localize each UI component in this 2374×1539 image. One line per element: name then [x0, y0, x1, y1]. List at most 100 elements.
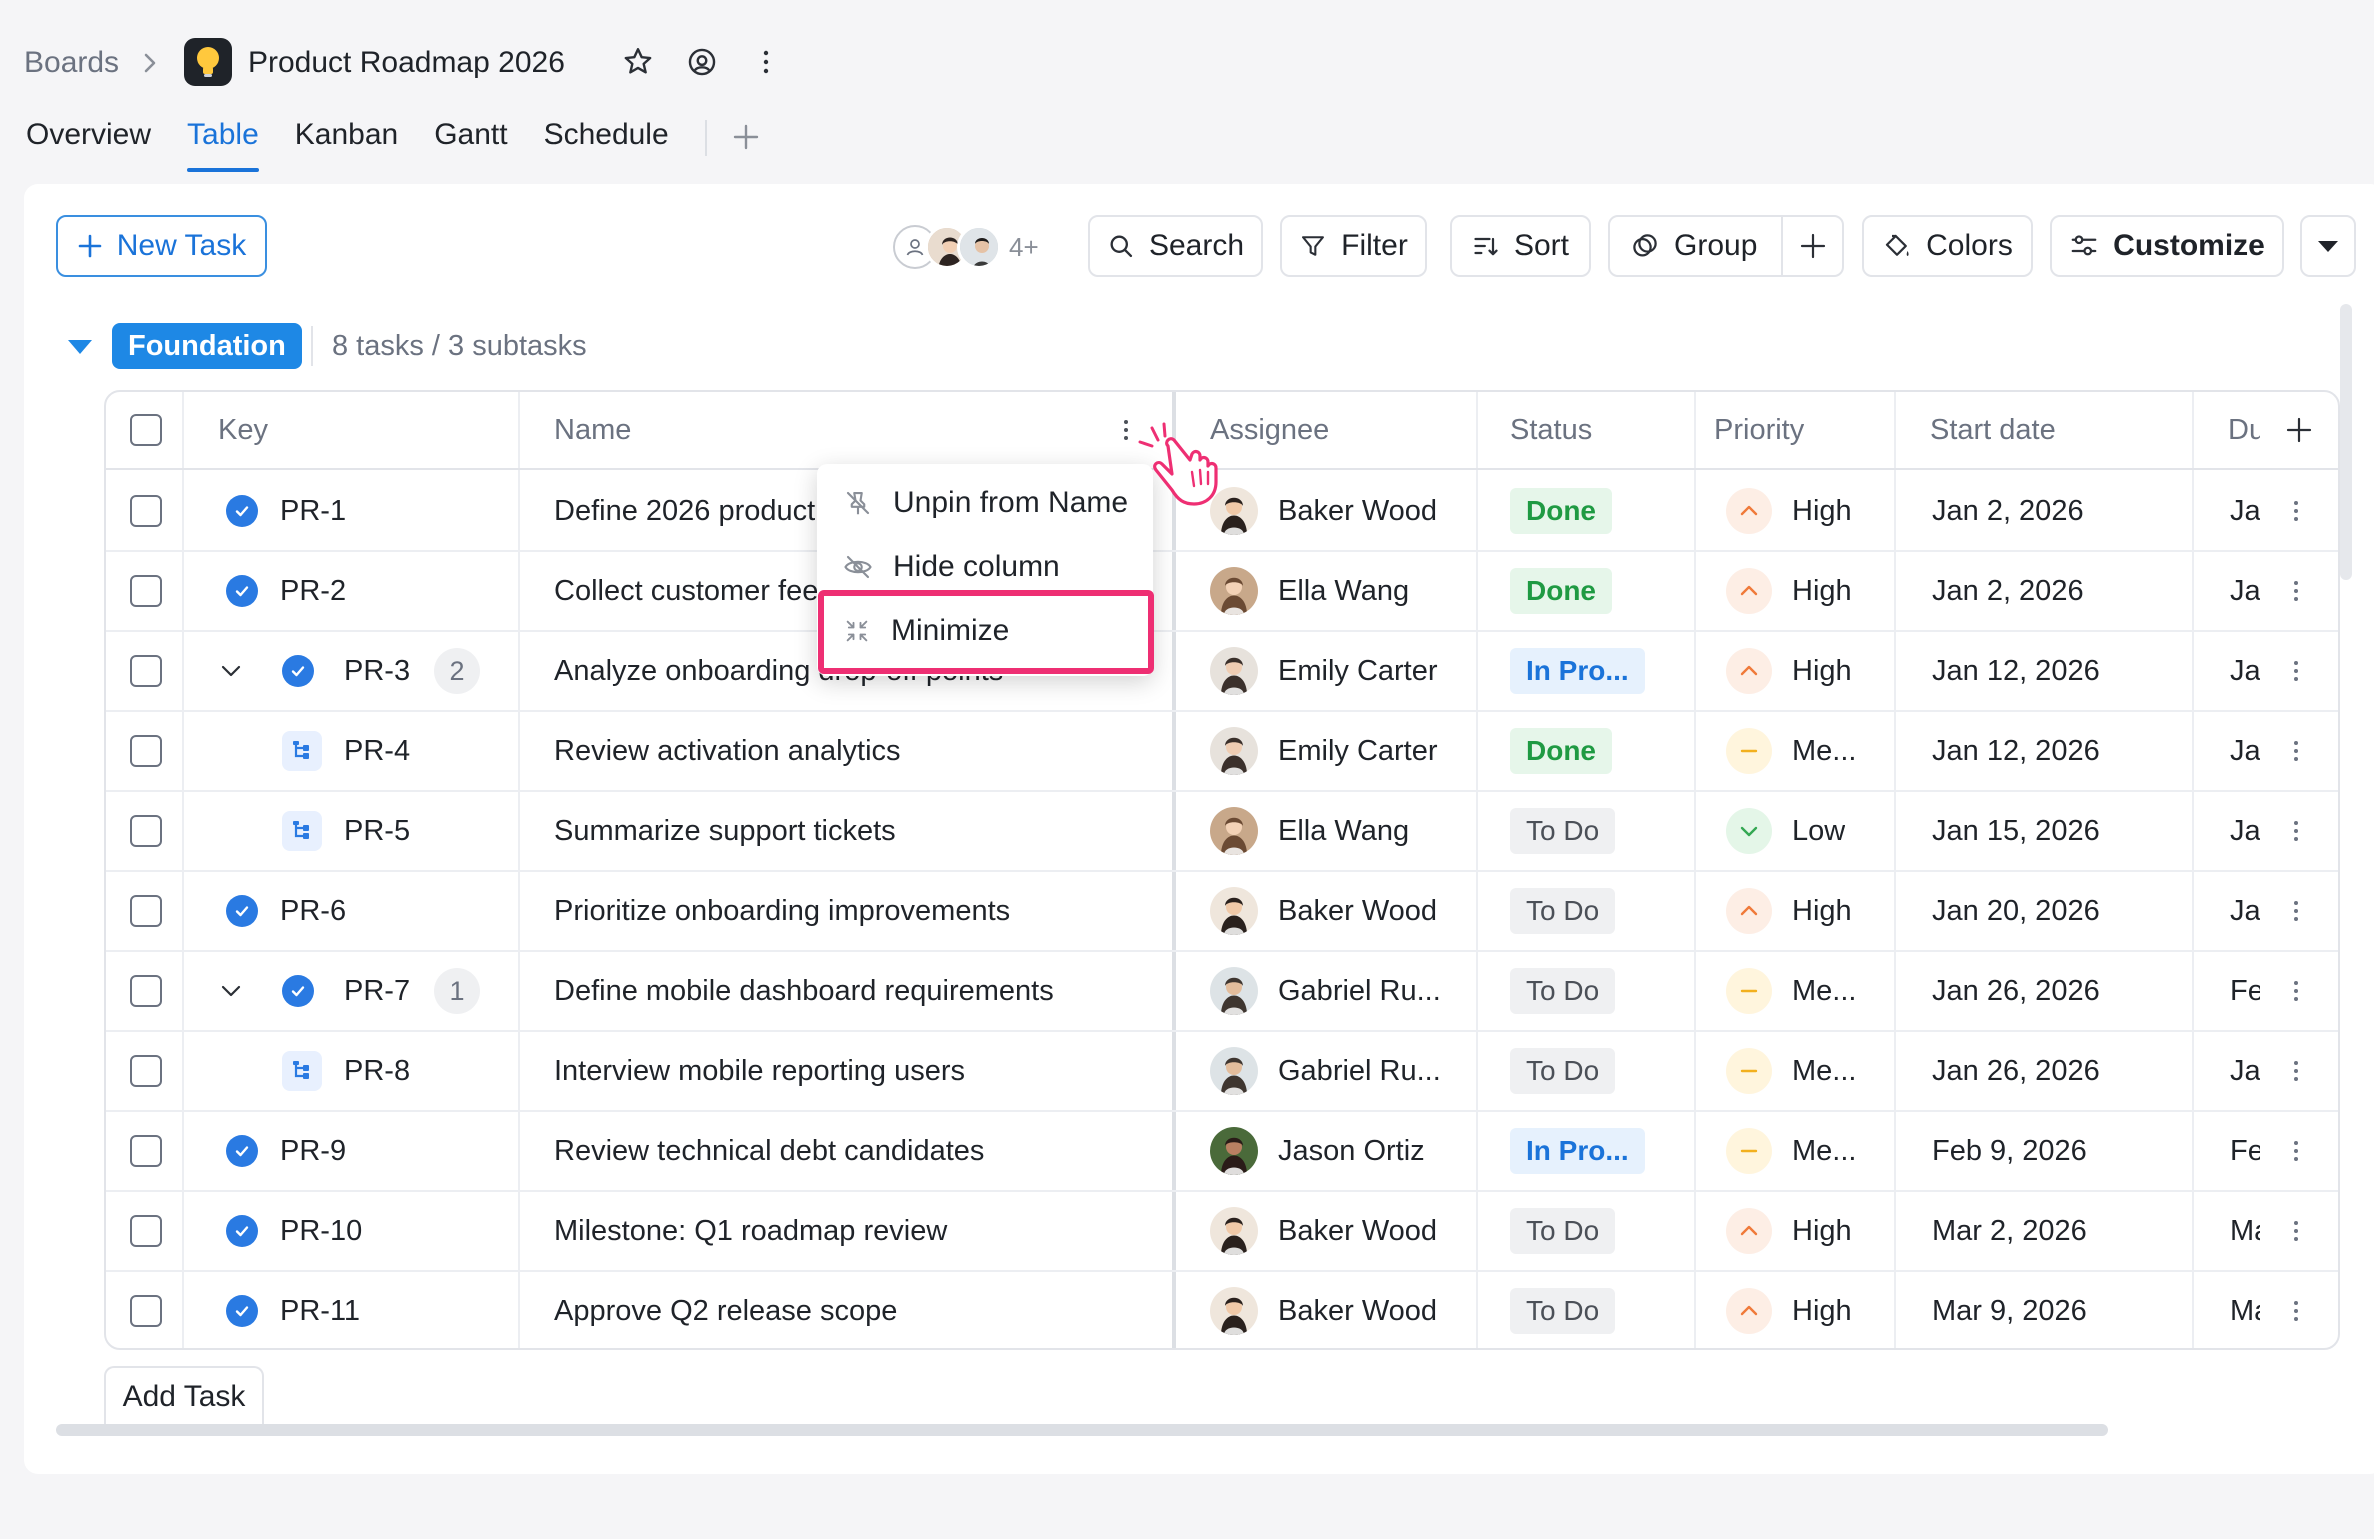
task-key[interactable]: PR-9	[280, 1112, 346, 1190]
add-group-plus-icon[interactable]	[1798, 231, 1828, 261]
start-date[interactable]: Jan 20, 2026	[1932, 872, 2100, 950]
row-more-icon[interactable]	[2292, 712, 2300, 790]
task-key[interactable]: PR-2	[280, 552, 346, 630]
task-name[interactable]: Summarize support tickets	[554, 792, 1164, 870]
start-date[interactable]: Jan 12, 2026	[1932, 632, 2100, 710]
table-row[interactable]: PR-10 Milestone: Q1 roadmap review Baker…	[106, 1192, 2338, 1272]
status-cell[interactable]: To Do	[1510, 952, 1616, 1030]
tab-overview[interactable]: Overview	[26, 118, 151, 174]
priority-cell[interactable]: High	[1726, 552, 1852, 630]
row-checkbox[interactable]	[130, 1032, 162, 1110]
vertical-scrollbar[interactable]	[2340, 304, 2352, 580]
start-date[interactable]: Jan 26, 2026	[1932, 1032, 2100, 1110]
task-key[interactable]: PR-1	[280, 472, 346, 550]
row-checkbox[interactable]	[130, 472, 162, 550]
row-checkbox[interactable]	[130, 1192, 162, 1270]
assignee-cell[interactable]: Baker Wood	[1210, 1192, 1437, 1270]
group-name-badge[interactable]: Foundation	[112, 323, 302, 369]
breadcrumb-boards[interactable]: Boards	[24, 38, 119, 88]
assignee-cell[interactable]: Gabriel Ru...	[1210, 1032, 1441, 1110]
sort-button[interactable]: Sort	[1450, 215, 1591, 277]
priority-cell[interactable]: Me...	[1726, 952, 1856, 1030]
assignee-cell[interactable]: Ella Wang	[1210, 552, 1409, 630]
table-row[interactable]: PR-11 Approve Q2 release scope Baker Woo…	[106, 1272, 2338, 1348]
add-view-plus-icon[interactable]	[729, 120, 763, 154]
assignee-cell[interactable]: Gabriel Ru...	[1210, 952, 1441, 1030]
due-date[interactable]: Jar	[2230, 872, 2260, 950]
status-cell[interactable]: To Do	[1510, 1032, 1616, 1110]
row-more-icon[interactable]	[2292, 1112, 2300, 1190]
row-checkbox[interactable]	[130, 552, 162, 630]
status-cell[interactable]: Done	[1510, 552, 1612, 630]
horizontal-scrollbar[interactable]	[56, 1424, 2108, 1436]
row-checkbox[interactable]	[130, 1112, 162, 1190]
menu-item-hide-column[interactable]: Hide column	[817, 536, 1153, 598]
table-row[interactable]: PR-2 Collect customer fee Ella Wang Done…	[106, 552, 2338, 632]
star-icon[interactable]	[616, 40, 660, 84]
row-more-icon[interactable]	[2292, 1272, 2300, 1348]
task-key[interactable]: PR-7	[344, 952, 410, 1030]
column-header-name[interactable]: Name	[554, 392, 631, 468]
due-date[interactable]: Jar	[2230, 472, 2260, 550]
task-key[interactable]: PR-6	[280, 872, 346, 950]
tab-gantt[interactable]: Gantt	[434, 118, 507, 174]
member-avatars[interactable]: 4+	[893, 218, 1039, 276]
row-more-icon[interactable]	[2292, 1032, 2300, 1110]
row-more-icon[interactable]	[2292, 472, 2300, 550]
priority-cell[interactable]: Me...	[1726, 1112, 1856, 1190]
select-all-checkbox[interactable]	[130, 392, 162, 468]
column-header-status[interactable]: Status	[1510, 392, 1592, 468]
task-name[interactable]: Prioritize onboarding improvements	[554, 872, 1164, 950]
status-cell[interactable]: To Do	[1510, 872, 1616, 950]
task-key[interactable]: PR-5	[344, 792, 410, 870]
task-key[interactable]: PR-8	[344, 1032, 410, 1110]
priority-cell[interactable]: High	[1726, 472, 1852, 550]
tab-schedule[interactable]: Schedule	[544, 118, 669, 174]
status-cell[interactable]: To Do	[1510, 1192, 1616, 1270]
column-header-priority[interactable]: Priority	[1714, 392, 1804, 468]
priority-cell[interactable]: Me...	[1726, 712, 1856, 790]
status-cell[interactable]: To Do	[1510, 1272, 1616, 1348]
colors-button[interactable]: Colors	[1862, 215, 2033, 277]
task-name[interactable]: Approve Q2 release scope	[554, 1272, 1164, 1348]
tab-table[interactable]: Table	[187, 118, 259, 174]
status-cell[interactable]: In Pro...	[1510, 632, 1645, 710]
assignee-cell[interactable]: Baker Wood	[1210, 472, 1437, 550]
assignee-cell[interactable]: Baker Wood	[1210, 1272, 1437, 1348]
priority-cell[interactable]: High	[1726, 872, 1852, 950]
task-name[interactable]: Interview mobile reporting users	[554, 1032, 1164, 1110]
start-date[interactable]: Jan 2, 2026	[1932, 472, 2084, 550]
tab-kanban[interactable]: Kanban	[295, 118, 398, 174]
assignee-cell[interactable]: Jason Ortiz	[1210, 1112, 1425, 1190]
row-checkbox[interactable]	[130, 632, 162, 710]
task-key[interactable]: PR-4	[344, 712, 410, 790]
task-name[interactable]: Milestone: Q1 roadmap review	[554, 1192, 1164, 1270]
more-vertical-icon[interactable]	[744, 40, 788, 84]
due-date[interactable]: Jar	[2230, 1032, 2260, 1110]
search-button[interactable]: Search	[1088, 215, 1263, 277]
task-name[interactable]: Review activation analytics	[554, 712, 1164, 790]
start-date[interactable]: Jan 15, 2026	[1932, 792, 2100, 870]
table-row[interactable]: PR-4 Review activation analytics Emily C…	[106, 712, 2338, 792]
assignee-cell[interactable]: Emily Carter	[1210, 632, 1438, 710]
row-more-icon[interactable]	[2292, 872, 2300, 950]
expand-chevron-icon[interactable]	[218, 632, 244, 710]
due-date[interactable]: Jar	[2230, 792, 2260, 870]
column-header-key[interactable]: Key	[218, 392, 268, 468]
column-header-due[interactable]: Du	[2228, 392, 2260, 468]
task-key[interactable]: PR-11	[280, 1272, 360, 1348]
row-checkbox[interactable]	[130, 952, 162, 1030]
add-column-plus-icon[interactable]	[2284, 392, 2314, 468]
due-date[interactable]: Jar	[2230, 632, 2260, 710]
start-date[interactable]: Jan 2, 2026	[1932, 552, 2084, 630]
row-more-icon[interactable]	[2292, 952, 2300, 1030]
due-date[interactable]: Fe	[2230, 952, 2260, 1030]
menu-item-unpin[interactable]: Unpin from Name	[817, 472, 1153, 534]
priority-cell[interactable]: High	[1726, 1272, 1852, 1348]
row-checkbox[interactable]	[130, 712, 162, 790]
new-task-button[interactable]: New Task	[56, 215, 267, 277]
start-date[interactable]: Jan 26, 2026	[1932, 952, 2100, 1030]
table-row[interactable]: PR-5 Summarize support tickets Ella Wang…	[106, 792, 2338, 872]
column-header-start-date[interactable]: Start date	[1930, 392, 2056, 468]
status-cell[interactable]: Done	[1510, 712, 1612, 790]
